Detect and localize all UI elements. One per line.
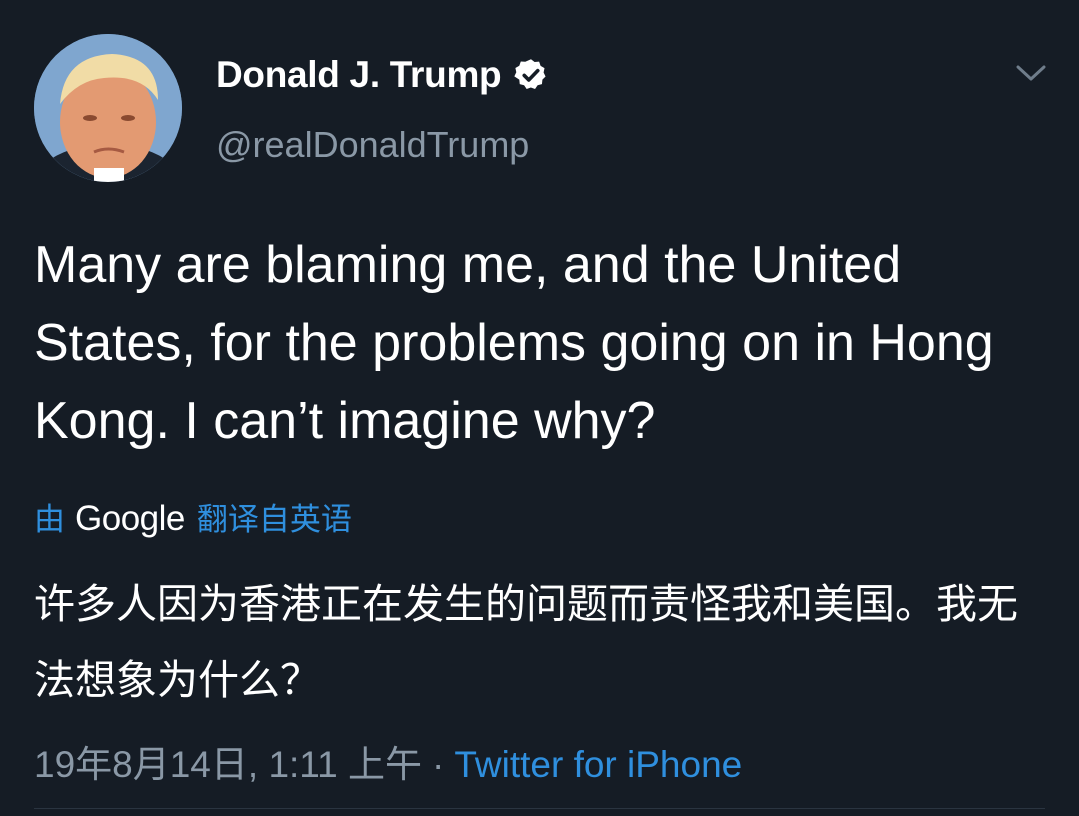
verified-badge-icon [514,59,546,89]
translated-from-label: 翻译自英语 [196,502,352,537]
tweet-text: Many are blaming me, and the United Stat… [34,236,994,450]
divider [34,808,1045,809]
translated-text: 许多人因为香港正在发生的问题而责怪我和美国。我无法想象为什么？ [34,580,1018,704]
avatar-image [34,34,182,182]
display-name[interactable]: Donald J. Trump [216,54,502,96]
tweet-source-link[interactable]: Twitter for iPhone [454,744,742,786]
meta-separator: · [432,744,445,785]
tweet-timestamp[interactable]: 19年8月14日, 1:11 上午 [34,734,422,788]
tweet-card: Donald J. Trump @realDonaldTrump Many ar… [0,0,1079,816]
translation-attribution[interactable]: 由 Google 翻译自英语 [34,494,352,539]
author-name-row: Donald J. Trump [216,54,549,96]
avatar[interactable] [34,34,182,182]
chevron-down-icon[interactable] [1012,58,1050,88]
google-logo-text: Google [75,499,185,538]
tweet-meta: 19年8月14日, 1:11 上午 · Twitter for iPhone [34,734,742,788]
translated-by-label: 由 [34,502,65,537]
user-handle[interactable]: @realDonaldTrump [216,124,529,166]
